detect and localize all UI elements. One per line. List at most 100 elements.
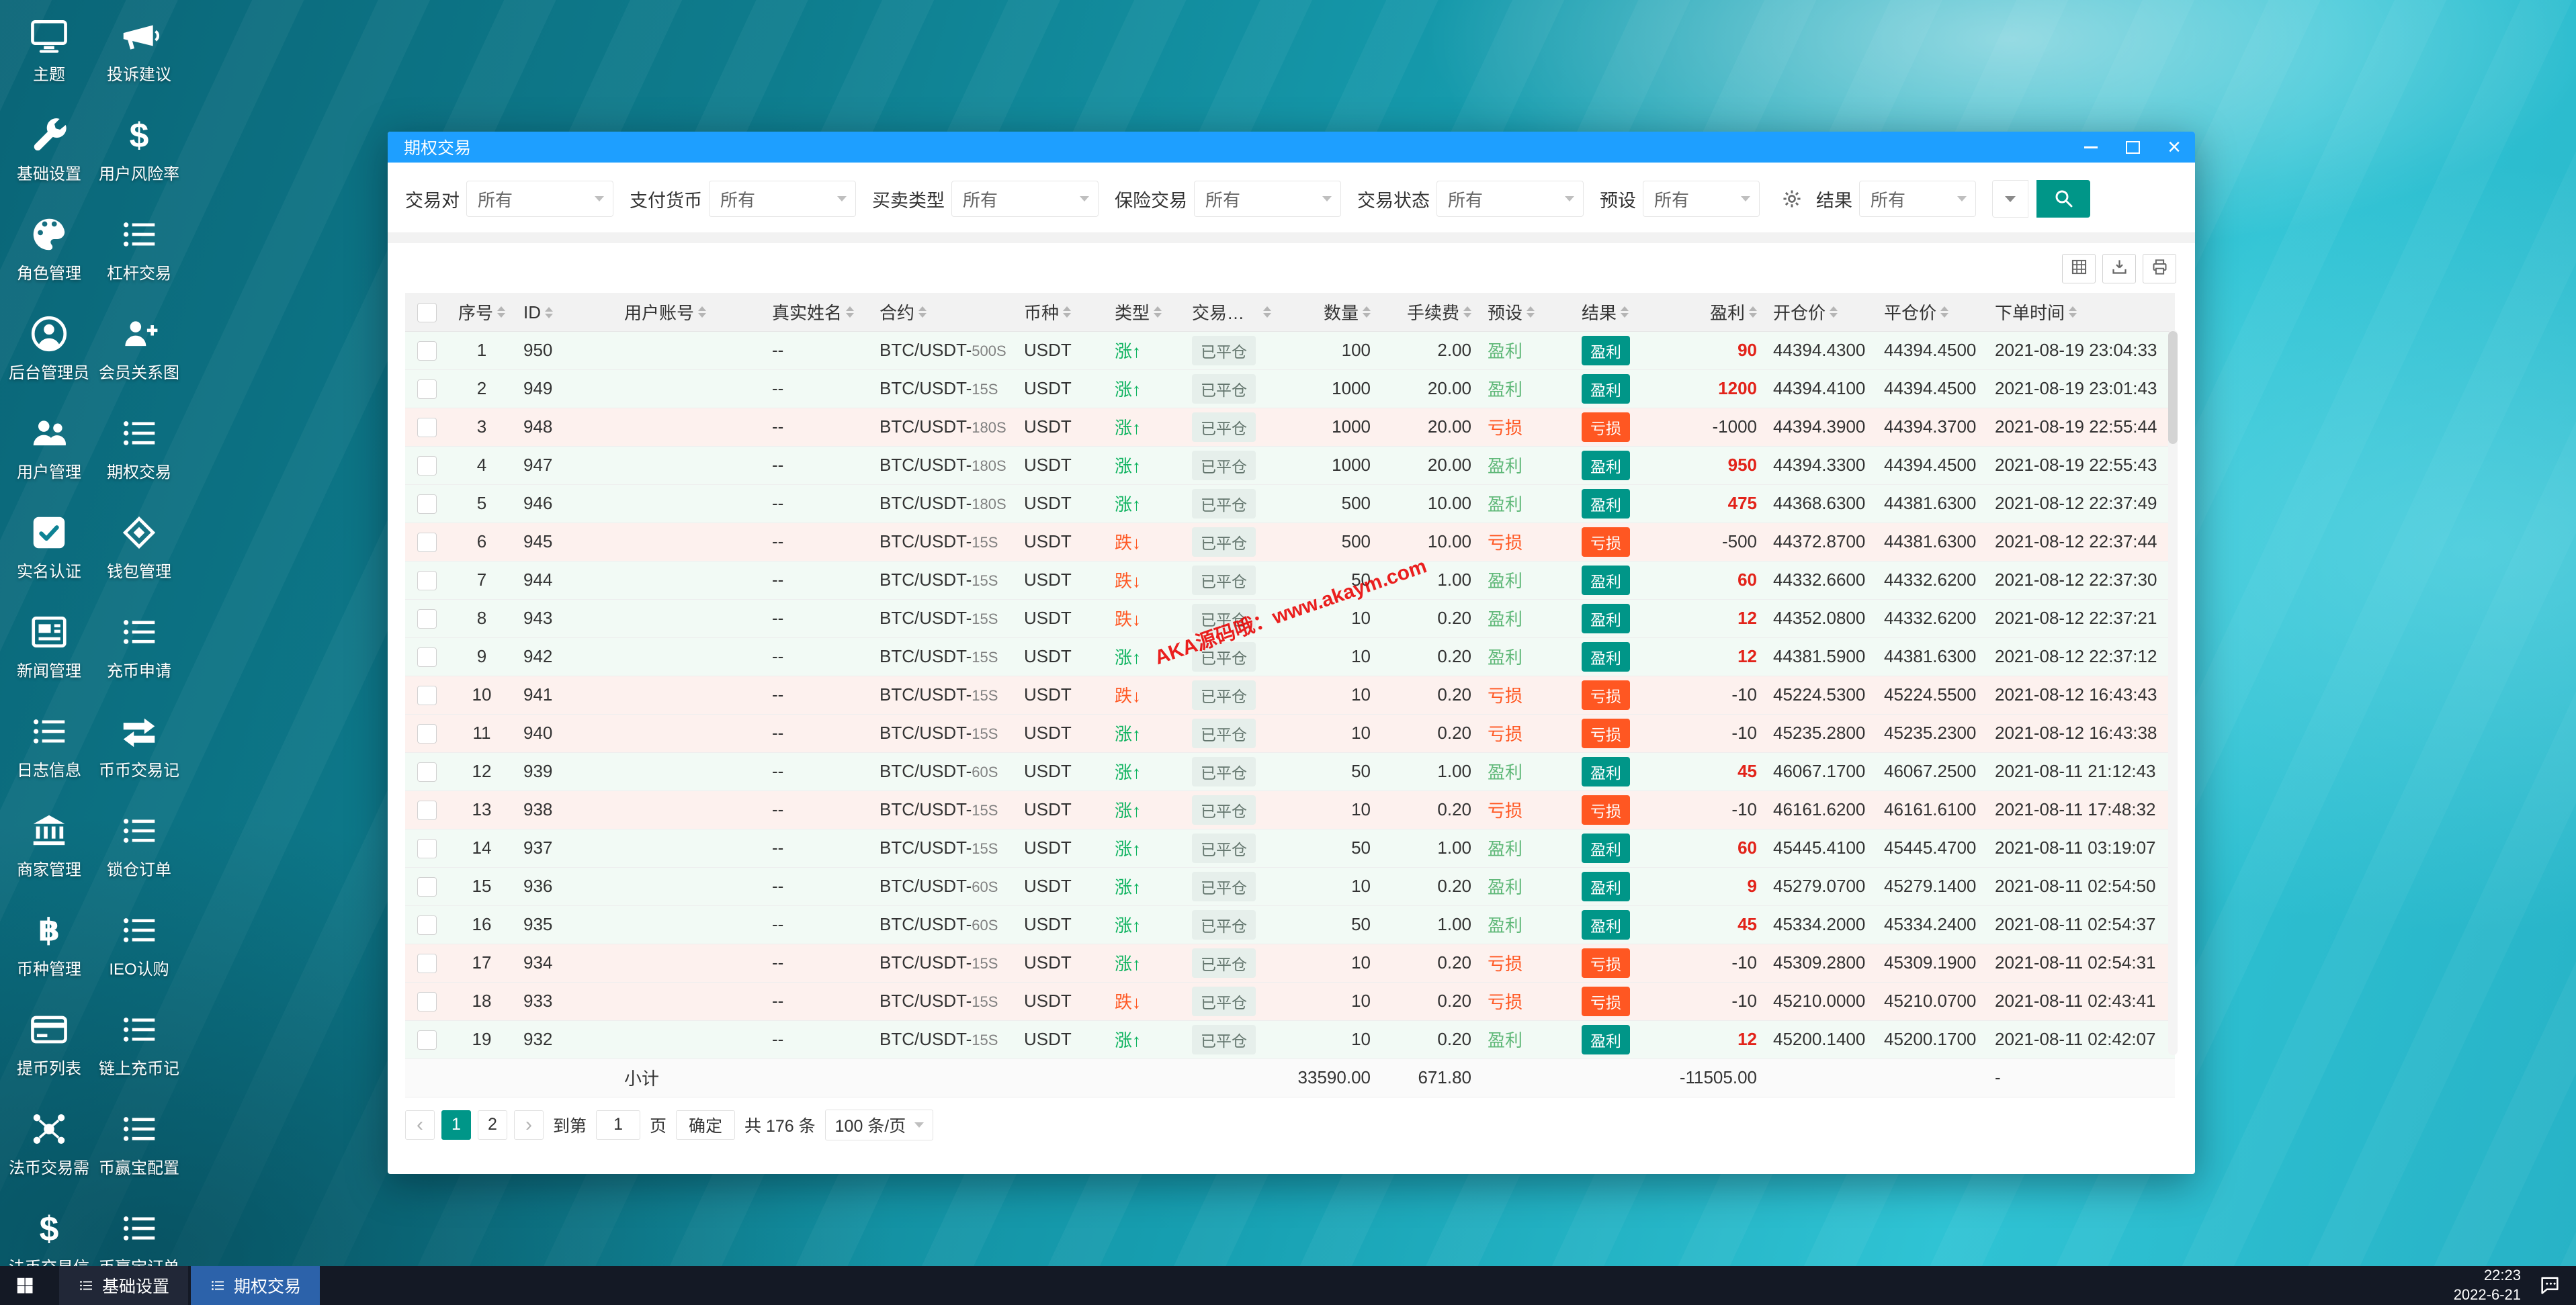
filter-result-select[interactable]: 所有 — [1859, 181, 1976, 217]
row-checkbox[interactable] — [417, 686, 437, 706]
search-button[interactable] — [2036, 180, 2090, 218]
row-checkbox[interactable] — [417, 341, 437, 361]
desktop-shortcut[interactable]: 锁仓订单 — [95, 806, 183, 905]
sort-icon[interactable] — [1940, 306, 1949, 318]
row-checkbox[interactable] — [417, 839, 437, 859]
export-tool-button[interactable] — [2102, 254, 2136, 283]
desktop-shortcut[interactable]: 商家管理 — [5, 806, 93, 905]
sort-icon[interactable] — [698, 306, 707, 318]
desktop-shortcut[interactable]: 实名认证 — [5, 508, 93, 607]
confirm-page-button[interactable]: 确定 — [676, 1110, 736, 1140]
desktop-shortcut[interactable]: IEO认购 — [95, 905, 183, 1005]
maximize-button[interactable] — [2112, 132, 2153, 163]
desktop-shortcut[interactable]: 期权交易 — [95, 408, 183, 508]
vertical-scrollbar[interactable] — [2168, 330, 2178, 1055]
row-checkbox[interactable] — [417, 418, 437, 438]
print-tool-button[interactable] — [2143, 254, 2176, 283]
sort-icon[interactable] — [918, 306, 927, 318]
window-titlebar[interactable]: 期权交易 × — [388, 132, 2195, 163]
columns-tool-button[interactable] — [2062, 254, 2096, 283]
desktop-shortcut[interactable]: 充币申请 — [95, 607, 183, 707]
desktop-shortcut[interactable]: 后台管理员 — [5, 309, 93, 408]
select-all-checkbox[interactable] — [417, 303, 437, 323]
column-header-profit[interactable]: 盈利 — [1664, 293, 1765, 332]
row-checkbox[interactable] — [417, 647, 437, 668]
row-checkbox[interactable] — [417, 1030, 437, 1050]
filter-preset-select[interactable]: 所有 — [1643, 181, 1760, 217]
sort-icon[interactable] — [1749, 306, 1757, 318]
desktop-shortcut[interactable]: 基础设置 — [5, 110, 93, 210]
row-checkbox[interactable] — [417, 762, 437, 782]
close-button[interactable]: × — [2153, 132, 2195, 163]
sort-icon[interactable] — [1463, 306, 1471, 318]
desktop-shortcut[interactable]: 投诉建议 — [95, 11, 183, 110]
filter-trade-status-select[interactable]: 所有 — [1436, 181, 1584, 217]
sort-icon[interactable] — [1154, 306, 1162, 318]
page-size-select[interactable]: 100 条/页 — [824, 1109, 934, 1140]
column-header-open[interactable]: 开仓价 — [1765, 293, 1876, 332]
sort-icon[interactable] — [846, 306, 855, 318]
desktop-shortcut[interactable]: $ 用户风险率 — [95, 110, 183, 210]
filter-trading-pair-select[interactable]: 所有 — [466, 181, 613, 217]
sort-icon[interactable] — [1363, 306, 1371, 318]
row-checkbox[interactable] — [417, 992, 437, 1012]
row-checkbox[interactable] — [417, 801, 437, 821]
row-checkbox[interactable] — [417, 915, 437, 936]
desktop-shortcut[interactable]: 币赢宝配置 — [95, 1104, 183, 1204]
row-checkbox[interactable] — [417, 609, 437, 629]
sort-icon[interactable] — [545, 306, 553, 318]
chat-icon[interactable] — [2538, 1274, 2561, 1297]
row-checkbox[interactable] — [417, 533, 437, 553]
page-button-1[interactable]: 1 — [441, 1110, 471, 1140]
desktop-shortcut[interactable]: ฿ 币种管理 — [5, 905, 93, 1005]
taskbar-item[interactable]: 期权交易 — [191, 1266, 320, 1305]
column-header-account[interactable]: 用户账号 — [616, 293, 764, 332]
row-checkbox[interactable] — [417, 494, 437, 514]
row-checkbox[interactable] — [417, 877, 437, 897]
sort-icon[interactable] — [1063, 306, 1072, 318]
taskbar-item[interactable]: 基础设置 — [59, 1266, 189, 1305]
desktop-shortcut[interactable]: 新闻管理 — [5, 607, 93, 707]
start-button[interactable] — [0, 1266, 50, 1305]
row-checkbox[interactable] — [417, 571, 437, 591]
column-header-contract[interactable]: 合约 — [871, 293, 1016, 332]
column-header-type[interactable]: 类型 — [1107, 293, 1184, 332]
scrollbar-thumb[interactable] — [2168, 331, 2178, 444]
column-header-currency[interactable]: 币种 — [1016, 293, 1107, 332]
sort-icon[interactable] — [1621, 306, 1629, 318]
desktop-shortcut[interactable]: 主题 — [5, 11, 93, 110]
desktop-shortcut[interactable]: 会员关系图 — [95, 309, 183, 408]
gear-icon[interactable] — [1776, 183, 1808, 215]
column-header-amount[interactable]: 数量 — [1288, 293, 1379, 332]
row-checkbox[interactable] — [417, 954, 437, 974]
desktop-shortcut[interactable]: 法币交易需 — [5, 1104, 93, 1204]
sort-icon[interactable] — [497, 306, 505, 318]
filter-insurance-select[interactable]: 所有 — [1194, 181, 1341, 217]
page-jump-input[interactable] — [596, 1110, 641, 1140]
column-header-name[interactable]: 真实姓名 — [764, 293, 871, 332]
column-header-id[interactable]: ID — [515, 293, 616, 332]
row-checkbox[interactable] — [417, 379, 437, 400]
page-button-2[interactable]: 2 — [478, 1110, 507, 1140]
column-header-status[interactable]: 交易状态 — [1184, 293, 1288, 332]
prev-page-button[interactable]: ‹ — [405, 1110, 435, 1140]
search-dropdown-button[interactable] — [1992, 180, 2028, 218]
sort-icon[interactable] — [2069, 306, 2077, 318]
minimize-button[interactable] — [2070, 132, 2112, 163]
desktop-shortcut[interactable]: 链上充币记 — [95, 1005, 183, 1104]
desktop-shortcut[interactable]: 杠杆交易 — [95, 210, 183, 309]
column-header-no[interactable]: 序号 — [448, 293, 515, 332]
desktop-shortcut[interactable]: 币币交易记 — [95, 707, 183, 806]
taskbar-clock[interactable]: 22:23 2022-6-21 — [2454, 1266, 2521, 1304]
row-checkbox[interactable] — [417, 456, 437, 476]
sort-icon[interactable] — [1527, 306, 1535, 318]
column-header-close[interactable]: 平仓价 — [1876, 293, 1987, 332]
column-header-preset[interactable]: 预设 — [1479, 293, 1574, 332]
row-checkbox[interactable] — [417, 724, 437, 744]
column-header-time[interactable]: 下单时间 — [1987, 293, 2175, 332]
desktop-shortcut[interactable]: 用户管理 — [5, 408, 93, 508]
desktop-shortcut[interactable]: 提币列表 — [5, 1005, 93, 1104]
column-header-result[interactable]: 结果 — [1574, 293, 1664, 332]
column-header-fee[interactable]: 手续费 — [1379, 293, 1479, 332]
desktop-shortcut[interactable]: 钱包管理 — [95, 508, 183, 607]
